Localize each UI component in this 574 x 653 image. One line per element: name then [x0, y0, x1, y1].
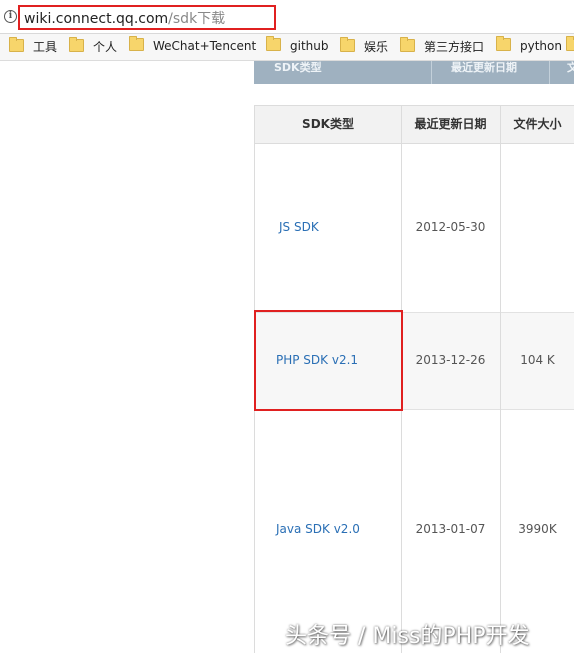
sticky-divider	[549, 61, 550, 84]
sdk-link-java[interactable]: Java SDK v2.0	[276, 522, 360, 536]
sdk-link-js[interactable]: JS SDK	[279, 220, 319, 234]
bookmark-label: python	[520, 39, 562, 53]
bookmark-overflow[interactable]	[566, 36, 574, 53]
address-bar: i wiki.connect.qq.com/sdk下载	[0, 0, 574, 34]
php-sdk-highlight-box	[254, 310, 403, 411]
url-host: wiki.connect.qq.com	[24, 11, 169, 27]
bookmark-label: 娱乐	[364, 40, 389, 54]
sticky-col-type: SDK类型	[274, 61, 322, 74]
column-divider	[500, 105, 501, 653]
bookmarks-bar: 工具 个人 WeChat+Tencent github 娱乐 第三方接口 pyt…	[0, 34, 574, 61]
bookmark-github[interactable]: github	[266, 36, 329, 53]
folder-icon	[400, 37, 415, 52]
sticky-col-date: 最近更新日期	[451, 61, 517, 74]
url-input[interactable]: wiki.connect.qq.com/sdk下载	[24, 8, 225, 28]
header-update-date: 最近更新日期	[401, 105, 500, 144]
header-file-size: 文件大小	[500, 105, 574, 144]
sticky-table-header: SDK类型 最近更新日期 文	[254, 61, 574, 84]
bookmark-wechat-tencent[interactable]: WeChat+Tencent	[129, 36, 257, 53]
bookmark-label: 个人	[93, 40, 118, 54]
folder-icon	[9, 37, 24, 52]
info-icon[interactable]: i	[4, 10, 17, 23]
bookmark-label: 工具	[33, 40, 58, 54]
bookmark-third-party-api[interactable]: 第三方接口	[400, 37, 485, 55]
folder-icon	[266, 36, 281, 51]
bookmark-python[interactable]: python	[496, 36, 562, 53]
folder-icon	[129, 36, 144, 51]
sticky-divider	[431, 61, 432, 84]
bookmark-tools[interactable]: 工具	[9, 37, 58, 55]
cell-size: 104 K	[520, 353, 555, 367]
bookmark-label: WeChat+Tencent	[153, 39, 257, 53]
cell-size: 3990K	[518, 522, 557, 536]
folder-icon	[496, 36, 511, 51]
url-path: /sdk下载	[168, 11, 226, 27]
sticky-col-size: 文	[567, 61, 574, 74]
watermark: 头条号 / Miss的PHP开发	[285, 624, 530, 649]
folder-icon	[69, 37, 84, 52]
bookmark-label: github	[290, 39, 329, 53]
folder-icon	[340, 37, 355, 52]
header-sdk-type: SDK类型	[255, 105, 401, 144]
folder-icon	[566, 36, 574, 51]
bookmark-entertainment[interactable]: 娱乐	[340, 37, 389, 55]
cell-date: 2012-05-30	[415, 220, 486, 234]
bookmark-personal[interactable]: 个人	[69, 37, 118, 55]
cell-date: 2013-01-07	[415, 522, 486, 536]
cell-date: 2013-12-26	[415, 353, 486, 367]
bookmark-label: 第三方接口	[424, 40, 485, 54]
